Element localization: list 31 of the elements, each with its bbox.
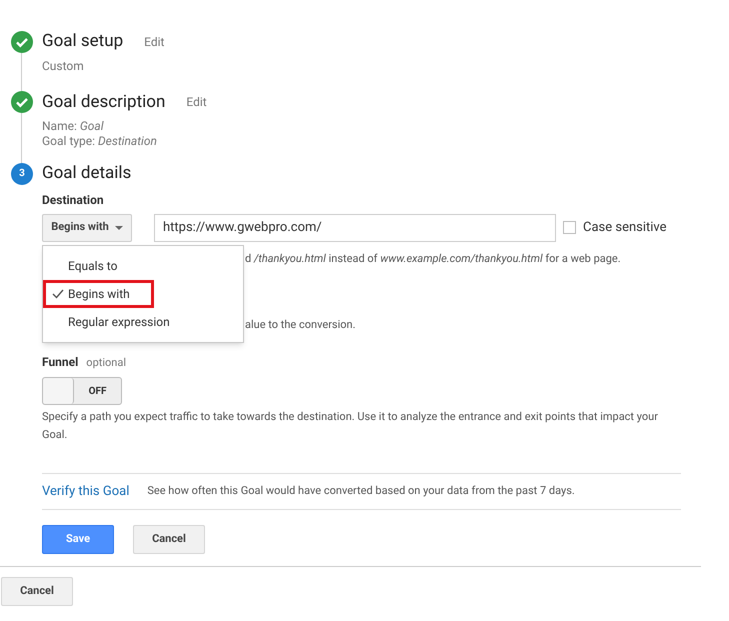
step-summary: Custom [42,58,85,74]
edit-link[interactable]: Edit [144,32,164,51]
checkmark-icon [11,91,33,114]
step-summary: Goal type: Destination [42,134,158,149]
verify-link[interactable]: Verify this Goal [42,482,130,502]
funnel-toggle[interactable]: OFF [42,377,122,405]
cancel-button[interactable]: Cancel [1,577,73,606]
cancel-button[interactable]: Cancel [133,525,205,554]
check-icon [52,288,64,298]
edit-link[interactable]: Edit [186,93,207,112]
step-summary: Name: Goal [42,119,105,134]
url-field[interactable]: https://www.gwebpro.com/ [154,214,556,242]
match-type-dropdown[interactable]: Begins with [42,214,132,242]
caret-icon [114,226,123,230]
hint-text: d /thankyou.html instead of www.example.com/thankyou.html for a web page. [245,252,621,266]
funnel-description: Specify a path you expect traffic to take towards the destination. Use it to analyze the entrance and exit points that impact your Goal. [42,409,659,443]
checkbox-label: Case sensitive [583,218,667,237]
case-sensitive-checkbox[interactable] [563,221,576,234]
optional-label: optional [86,354,126,370]
checkmark-icon [11,30,33,53]
step-title: Goal details [42,162,132,185]
menu-item[interactable]: Regular expression [43,308,243,336]
step-title: Goal setup [42,30,124,53]
field-label: Funnel [42,354,78,370]
verify-description: See how often this Goal would have converted based on your data from the past 7 days. [147,483,575,500]
step-number: 3 [11,162,33,185]
field-label: Destination [42,192,105,208]
hint-text: alue to the conversion. [245,318,356,332]
menu-item[interactable]: Begins with [43,280,154,308]
step-title: Goal description [42,90,166,114]
menu-item[interactable]: Equals to [43,252,243,280]
